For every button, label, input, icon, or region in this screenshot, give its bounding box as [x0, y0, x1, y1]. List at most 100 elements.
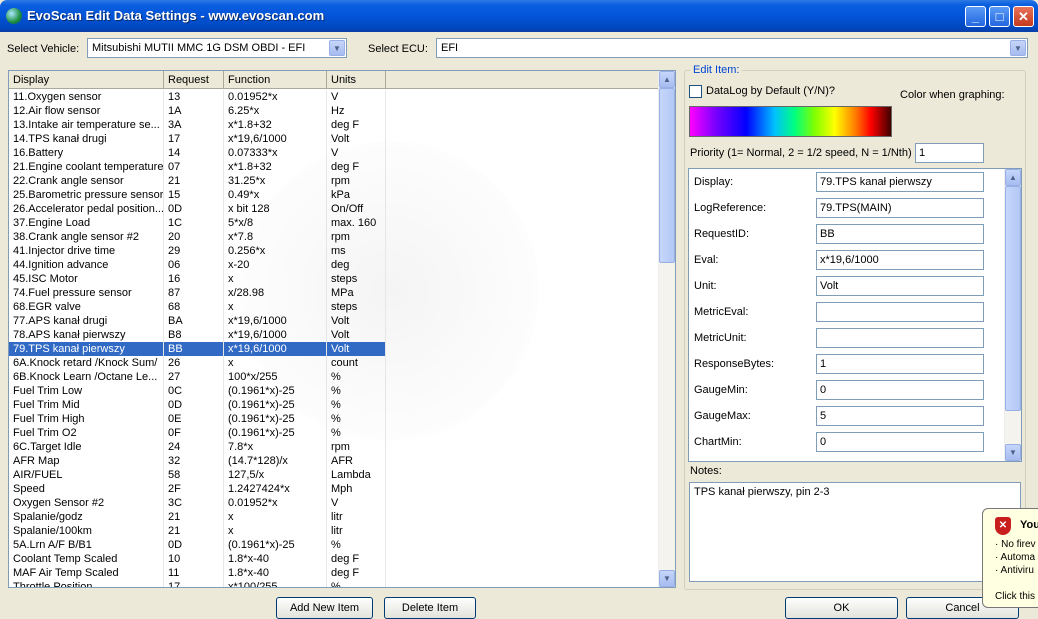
data-items-grid[interactable]: Display Request Function Units 11.Oxygen…	[8, 70, 676, 588]
scroll-thumb[interactable]	[1005, 186, 1021, 411]
field-label: ResponseBytes:	[694, 358, 775, 370]
table-row[interactable]: 41.Injector drive time 29 0.256*x ms	[9, 244, 664, 258]
table-row[interactable]: Fuel Trim O2 0F (0.1961*x)-25%	[9, 426, 664, 440]
cell-function: x	[224, 272, 327, 286]
notes-textarea[interactable]: TPS kanał pierwszy, pin 2-3	[689, 482, 1021, 582]
fields-scrollbar[interactable]: ▲ ▼	[1004, 169, 1021, 461]
cell-units: %	[327, 580, 386, 587]
table-row[interactable]: 79.TPS kanał pierwszy BB x*19,6/1000 Volt	[9, 342, 664, 356]
table-row[interactable]: AFR Map 32 (14.7*128)/x AFR	[9, 454, 664, 468]
ecu-dropdown[interactable]: EFI ▼	[436, 38, 1028, 58]
cell-display: AIR/FUEL	[9, 468, 164, 482]
cell-units: V	[327, 146, 386, 160]
cell-function: (0.1961*x)-25	[224, 538, 327, 552]
field-input[interactable]: 5	[816, 406, 984, 426]
cell-units: MPa	[327, 286, 386, 300]
table-row[interactable]: 37.Engine Load 1C 5*x/8 max. 160	[9, 216, 664, 230]
chevron-down-icon[interactable]: ▼	[329, 40, 345, 56]
column-header-function[interactable]: Function	[224, 71, 327, 89]
table-row[interactable]: MAF Air Temp Scaled 11 1.8*x-40 deg F	[9, 566, 664, 580]
column-header-units[interactable]: Units	[327, 71, 386, 89]
graph-color-picker[interactable]	[689, 106, 892, 137]
table-row[interactable]: Spalanie/godz 21 x litr	[9, 510, 664, 524]
field-input[interactable]	[816, 302, 984, 322]
table-row[interactable]: Fuel Trim High 0E (0.1961*x)-25%	[9, 412, 664, 426]
security-alert-popup[interactable]: ✕ You · No firev · Automa · Antiviru Cli…	[982, 508, 1038, 608]
field-input[interactable]: BB	[816, 224, 984, 244]
table-row[interactable]: 14.TPS kanał drugi 17 x*19,6/1000 Volt	[9, 132, 664, 146]
cell-units: Volt	[327, 342, 386, 356]
cell-units: litr	[327, 510, 386, 524]
table-row[interactable]: 68.EGR valve 68 x steps	[9, 300, 664, 314]
table-row[interactable]: 38.Crank angle sensor #2 20 x*7.8 rpm	[9, 230, 664, 244]
table-row[interactable]: 22.Crank angle sensor 21 31.25*x rpm	[9, 174, 664, 188]
select-ecu-label: Select ECU:	[368, 43, 428, 55]
table-row[interactable]: 25.Barometric pressure sensor 15 0.49*x kPa	[9, 188, 664, 202]
scroll-down-icon[interactable]: ▼	[659, 570, 675, 587]
table-row[interactable]: 44.Ignition advance 06 x-20 deg	[9, 258, 664, 272]
table-row[interactable]: Fuel Trim Mid 0D (0.1961*x)-25%	[9, 398, 664, 412]
field-input[interactable]: 0	[816, 432, 984, 452]
delete-item-button[interactable]: Delete Item	[384, 597, 476, 619]
field-input[interactable]: 79.TPS(MAIN)	[816, 198, 984, 218]
field-input[interactable]: 0	[816, 380, 984, 400]
cell-display: 5A.Lrn A/F B/B1	[9, 538, 164, 552]
ok-button[interactable]: OK	[785, 597, 898, 619]
field-input[interactable]: 79.TPS kanał pierwszy	[816, 172, 984, 192]
table-row[interactable]: 11.Oxygen sensor 13 0.01952*x V	[9, 90, 664, 104]
grid-scrollbar[interactable]: ▲ ▼	[658, 71, 675, 587]
scroll-thumb[interactable]	[659, 88, 675, 263]
cell-display: 14.TPS kanał drugi	[9, 132, 164, 146]
table-row[interactable]: 77.APS kanał drugi BA x*19,6/1000 Volt	[9, 314, 664, 328]
datalog-checkbox[interactable]	[689, 85, 702, 98]
cell-request: 07	[164, 160, 224, 174]
table-row[interactable]: 16.Battery 14 0.07333*x V	[9, 146, 664, 160]
cell-request: 26	[164, 356, 224, 370]
field-input[interactable]	[816, 328, 984, 348]
table-row[interactable]: 21.Engine coolant temperature 07 x*1.8+32 d…	[9, 160, 664, 174]
table-row[interactable]: AIR/FUEL 58 127,5/x Lambda	[9, 468, 664, 482]
field-input[interactable]: Volt	[816, 276, 984, 296]
scroll-up-icon[interactable]: ▲	[659, 71, 675, 88]
popup-item: · Antiviru	[995, 565, 1034, 576]
table-row[interactable]: 74.Fuel pressure sensor 87 x/28.98 MPa	[9, 286, 664, 300]
cell-request: 21	[164, 174, 224, 188]
popup-footer[interactable]: Click this	[995, 591, 1035, 602]
field-input[interactable]: 1	[816, 354, 984, 374]
table-row[interactable]: 78.APS kanał pierwszy B8 x*19,6/1000 Volt	[9, 328, 664, 342]
table-row[interactable]: 26.Accelerator pedal position... 0D x bit …	[9, 202, 664, 216]
cell-function: 31.25*x	[224, 174, 327, 188]
table-row[interactable]: Coolant Temp Scaled 10 1.8*x-40 deg F	[9, 552, 664, 566]
table-row[interactable]: Spalanie/100km 21 x litr	[9, 524, 664, 538]
priority-input[interactable]: 1	[915, 143, 984, 163]
table-row[interactable]: 45.ISC Motor 16 x steps	[9, 272, 664, 286]
table-row[interactable]: 6C.Target Idle 24 7.8*x rpm	[9, 440, 664, 454]
minimize-button[interactable]: _	[965, 6, 986, 27]
chevron-down-icon[interactable]: ▼	[1010, 40, 1026, 56]
table-row[interactable]: Fuel Trim Low 0C (0.1961*x)-25%	[9, 384, 664, 398]
table-row[interactable]: 5A.Lrn A/F B/B1 0D (0.1961*x)-25%	[9, 538, 664, 552]
cell-request: 0C	[164, 384, 224, 398]
cell-request: 1C	[164, 216, 224, 230]
title-bar[interactable]: EvoScan Edit Data Settings - www.evoscan…	[0, 0, 1038, 32]
column-header-request[interactable]: Request	[164, 71, 224, 89]
scroll-up-icon[interactable]: ▲	[1005, 169, 1021, 186]
cell-units: Volt	[327, 328, 386, 342]
field-label: RequestID:	[694, 228, 750, 240]
column-header-display[interactable]: Display	[9, 71, 164, 89]
table-row[interactable]: 12.Air flow sensor 1A 6.25*x Hz	[9, 104, 664, 118]
table-row[interactable]: 6A.Knock retard /Knock Sum/26 x count	[9, 356, 664, 370]
field-input[interactable]: x*19,6/1000	[816, 250, 984, 270]
popup-item: · No firev	[995, 539, 1036, 550]
vehicle-dropdown[interactable]: Mitsubishi MUTII MMC 1G DSM OBDI - EFI ▼	[87, 38, 347, 58]
maximize-button[interactable]: □	[989, 6, 1010, 27]
table-row[interactable]: 6B.Knock Learn /Octane Le... 27 100*x/255%	[9, 370, 664, 384]
cell-function: (0.1961*x)-25	[224, 412, 327, 426]
scroll-down-icon[interactable]: ▼	[1005, 444, 1021, 461]
table-row[interactable]: Speed 2F 1.2427424*x Mph	[9, 482, 664, 496]
table-row[interactable]: 13.Intake air temperature se... 3A x*1.8+3…	[9, 118, 664, 132]
table-row[interactable]: Throttle Position 17 x*100/255%	[9, 580, 664, 587]
table-row[interactable]: Oxygen Sensor #2 3C 0.01952*x V	[9, 496, 664, 510]
close-button[interactable]: ✕	[1013, 6, 1034, 27]
add-new-item-button[interactable]: Add New Item	[276, 597, 373, 619]
